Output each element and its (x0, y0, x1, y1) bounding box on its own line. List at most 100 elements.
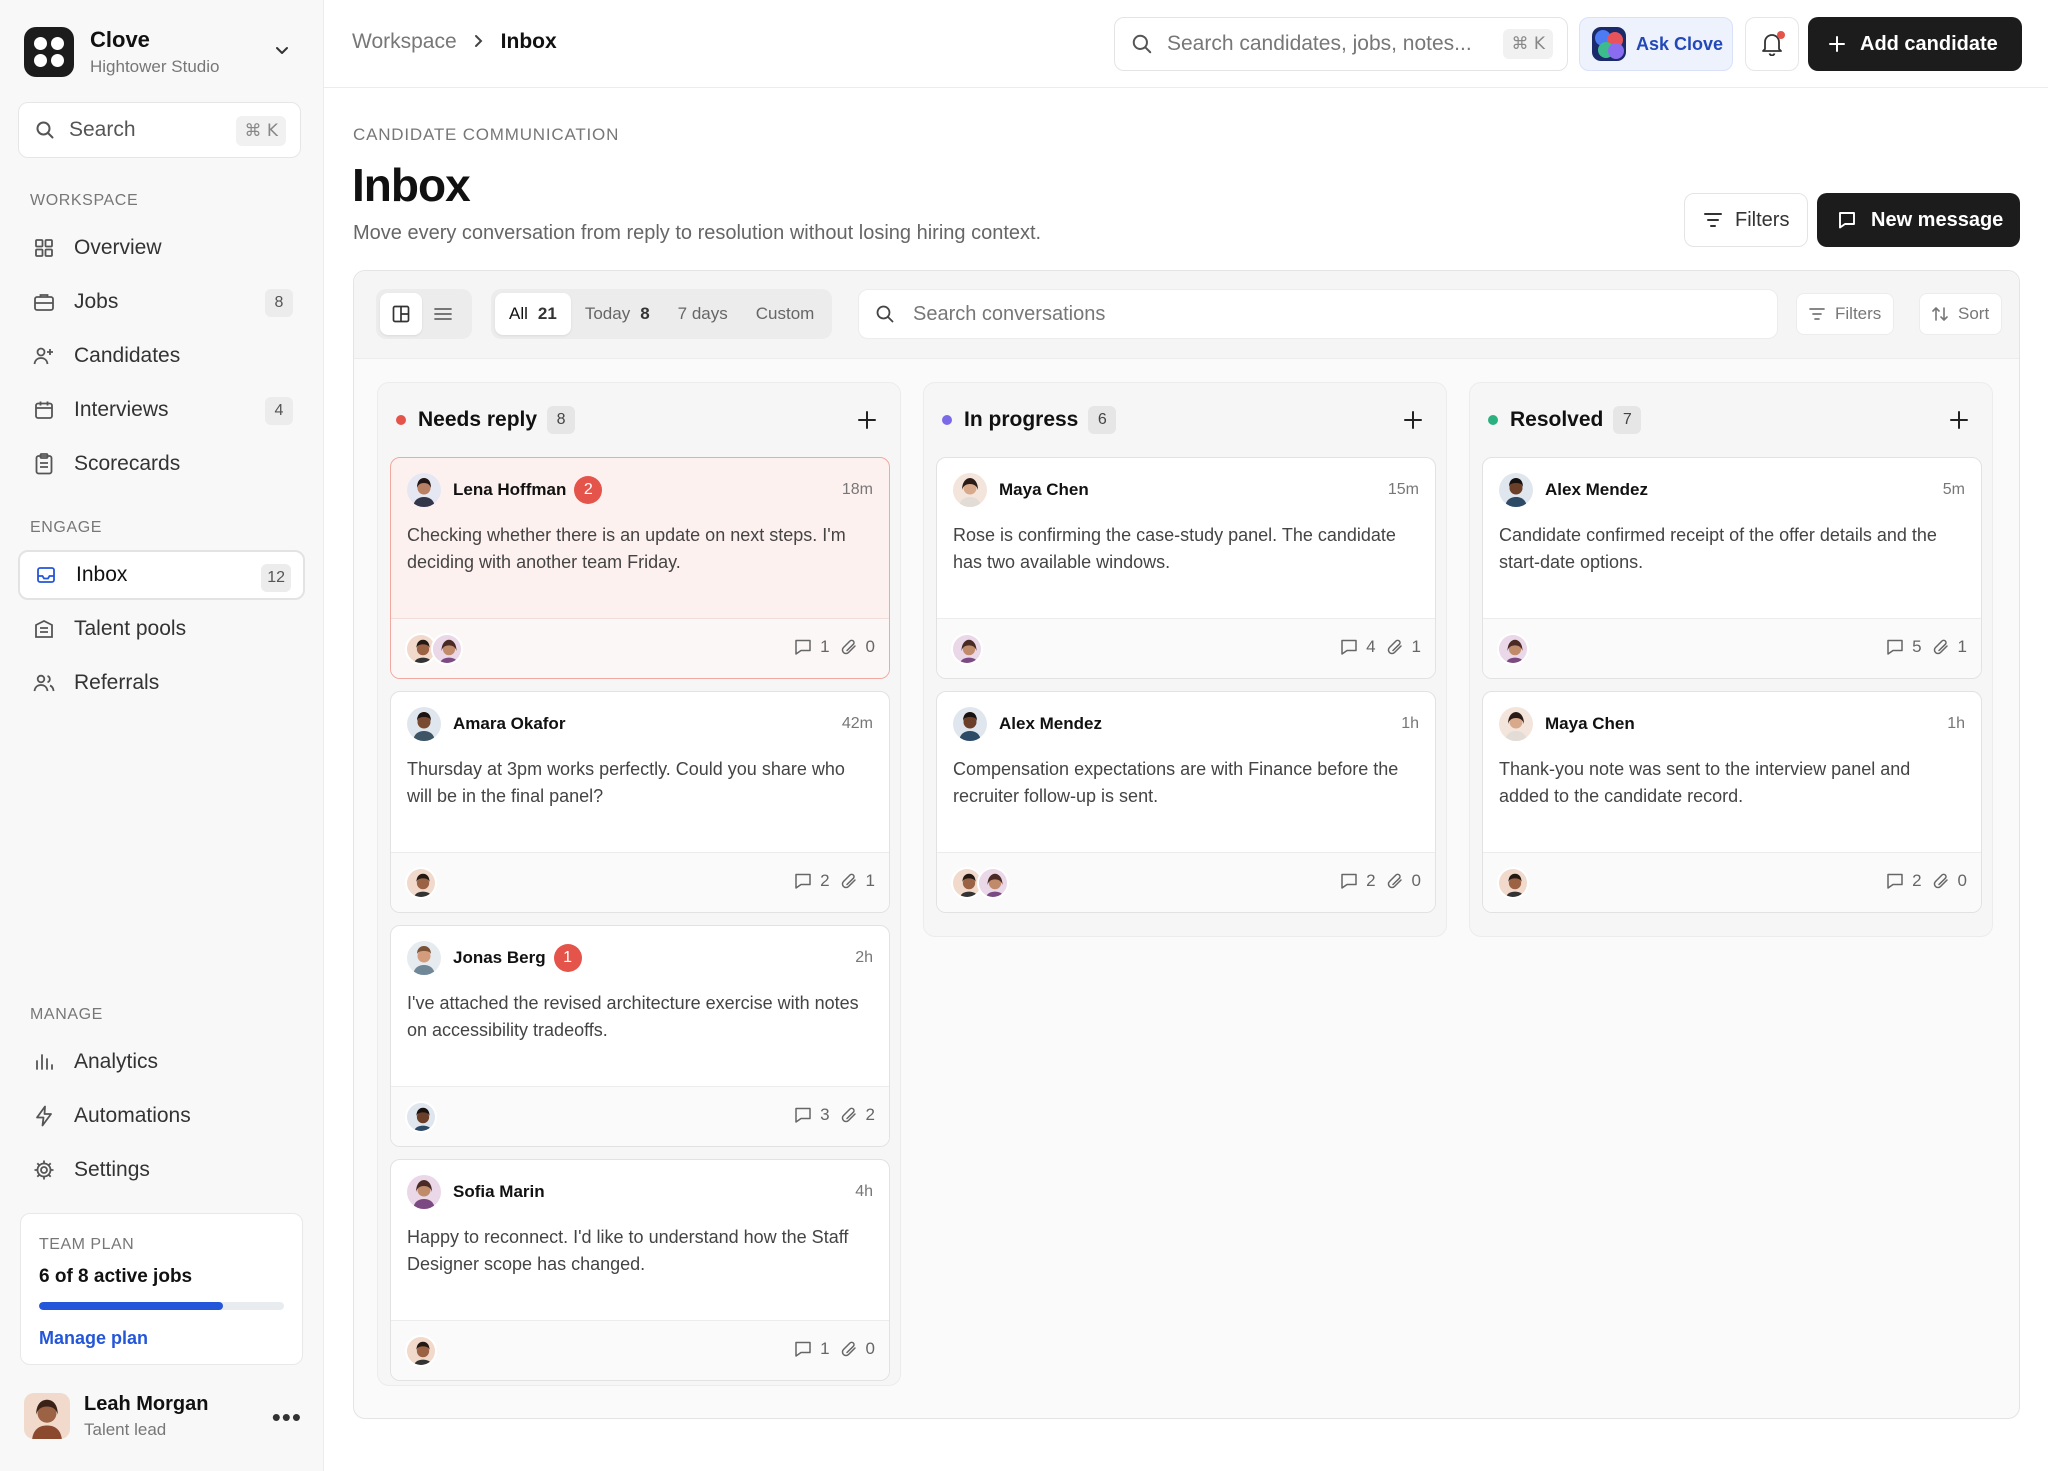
paperclip-icon (1933, 873, 1948, 889)
header-filters-button[interactable]: Filters (1684, 193, 1808, 247)
board-view-toggle[interactable] (380, 293, 422, 335)
breadcrumb-workspace[interactable]: Workspace (352, 30, 457, 54)
add-candidate-button[interactable]: Add candidate (1808, 17, 2022, 71)
sidebar-item-inbox[interactable]: Inbox 12 (18, 550, 305, 600)
avatar (407, 473, 441, 507)
workspace-switcher[interactable]: Clove Hightower Studio (24, 26, 300, 78)
avatar (407, 941, 441, 975)
new-message-label: New message (1871, 208, 2004, 231)
conversation-card[interactable]: Maya Chen 15m Rose is confirming the cas… (936, 457, 1436, 679)
comment-count: 5 (1912, 637, 1922, 656)
attachment-count: 1 (865, 871, 875, 890)
calendar-icon (32, 398, 56, 422)
message-preview: Rose is confirming the case-study panel.… (953, 525, 1396, 572)
avatar (1499, 473, 1533, 507)
sidebar-item-label: Scorecards (74, 452, 181, 475)
comment-count: 2 (1366, 871, 1376, 890)
paperclip-icon (841, 639, 856, 655)
sidebar-item-overview[interactable]: Overview (18, 223, 305, 273)
sidebar-item-label: Automations (74, 1104, 191, 1127)
conversation-card[interactable]: Jonas Berg 1 2h I've attached the revise… (390, 925, 890, 1147)
column-count: 6 (1088, 406, 1117, 434)
paperclip-icon (841, 1341, 856, 1357)
conversation-card[interactable]: Alex Mendez 5m Candidate confirmed recei… (1482, 457, 1982, 679)
conversation-card[interactable]: Alex Mendez 1h Compensation expectations… (936, 691, 1436, 913)
status-dot (942, 415, 952, 425)
avatar (431, 632, 463, 665)
range-label: Custom (755, 304, 815, 323)
team-plan-card: TEAM PLAN 6 of 8 active jobs Manage plan (20, 1213, 303, 1365)
sort-label: Sort (1958, 304, 1990, 323)
add-card-icon[interactable] (1402, 409, 1424, 431)
sidebar-item-interviews[interactable]: Interviews 4 (18, 385, 305, 435)
message-preview: Compensation expectations are with Finan… (953, 759, 1399, 806)
add-card-icon[interactable] (856, 409, 878, 431)
paperclip-icon (1387, 639, 1402, 655)
shortcut-hint: ⌘ K (1503, 29, 1553, 59)
attachment-count: 1 (1957, 637, 1967, 656)
conversation-search-input[interactable]: Search conversations (858, 289, 1778, 339)
sidebar-item-jobs[interactable]: Jobs 8 (18, 277, 305, 327)
range-all[interactable]: All 21 (495, 293, 571, 335)
column-title: Needs reply (418, 408, 538, 431)
avatar (1499, 707, 1533, 741)
chevron-down-icon[interactable] (272, 40, 292, 60)
global-search-input[interactable]: Search candidates, jobs, notes... ⌘ K (1114, 17, 1568, 71)
card-time: 15m (1387, 481, 1419, 498)
paperclip-icon (841, 873, 856, 889)
add-card-icon[interactable] (1948, 409, 1970, 431)
manage-plan-link[interactable]: Manage plan (39, 1328, 284, 1349)
range-label: Today (584, 304, 631, 323)
ask-clove-label: Ask Clove (1636, 33, 1724, 54)
candidate-name: Alex Mendez (999, 714, 1102, 733)
sidebar-item-analytics[interactable]: Analytics (18, 1037, 305, 1087)
list-view-toggle[interactable] (422, 293, 464, 335)
plan-usage-bar (39, 1302, 284, 1310)
range-label: 7 days (677, 304, 728, 323)
ask-clove-button[interactable]: Ask Clove (1579, 17, 1733, 71)
topbar: Workspace Inbox Search candidates, jobs,… (324, 0, 2048, 88)
more-options-icon[interactable]: ••• (272, 1402, 302, 1433)
conversation-card[interactable]: Amara Okafor 42m Thursday at 3pm works p… (390, 691, 890, 913)
card-time: 2h (855, 949, 873, 966)
sidebar-item-label: Overview (74, 236, 162, 259)
board-filters-button[interactable]: Filters (1796, 293, 1895, 335)
sort-button[interactable]: Sort (1919, 293, 2003, 335)
sidebar-item-label: Referrals (74, 671, 160, 694)
sidebar-item-scorecards[interactable]: Scorecards (18, 439, 305, 489)
avatar (953, 473, 987, 507)
global-search-placeholder: Search candidates, jobs, notes... (1167, 32, 1472, 55)
search-icon (36, 121, 54, 139)
clipboard-icon (32, 452, 56, 476)
user-profile[interactable]: Leah Morgan Talent lead ••• (24, 1390, 302, 1442)
column-resolved: Resolved 7 Alex Mendez 5m Candidate conf… (1469, 382, 1993, 937)
building-icon (32, 617, 56, 641)
card-time: 42m (841, 715, 873, 732)
notifications-button[interactable] (1745, 17, 1799, 71)
conversation-card[interactable]: Lena Hoffman 2 18m Checking whether ther… (390, 457, 890, 679)
inbox-icon (34, 563, 58, 587)
conversation-card[interactable]: Maya Chen 1h Thank-you note was sent to … (1482, 691, 1982, 913)
new-message-button[interactable]: New message (1817, 193, 2020, 247)
conversation-card[interactable]: Sofia Marin 4h Happy to reconnect. I'd l… (390, 1159, 890, 1381)
sidebar-item-talent-pools[interactable]: Talent pools (18, 604, 305, 654)
sidebar-item-settings[interactable]: Settings (18, 1145, 305, 1195)
range-custom[interactable]: Custom (742, 293, 829, 335)
message-preview: Happy to reconnect. I'd like to understa… (407, 1227, 849, 1274)
comment-count: 1 (820, 637, 830, 656)
paperclip-icon (1933, 639, 1948, 655)
range-today[interactable]: Today 8 (571, 293, 664, 335)
sidebar-search[interactable]: Search ⌘ K (18, 102, 301, 158)
comment-count: 2 (820, 871, 830, 890)
comment-icon (1341, 639, 1357, 655)
message-preview: Candidate confirmed receipt of the offer… (1499, 525, 1937, 572)
breadcrumb-current: Inbox (500, 30, 557, 53)
sidebar-item-automations[interactable]: Automations (18, 1091, 305, 1141)
engage-section-title: ENGAGE (30, 519, 103, 536)
comment-icon (795, 1107, 811, 1123)
attachment-count: 0 (1411, 871, 1421, 890)
range-7-days[interactable]: 7 days (664, 293, 742, 335)
search-icon (1132, 34, 1152, 54)
sidebar-item-candidates[interactable]: Candidates (18, 331, 305, 381)
sidebar-item-referrals[interactable]: Referrals (18, 658, 305, 708)
